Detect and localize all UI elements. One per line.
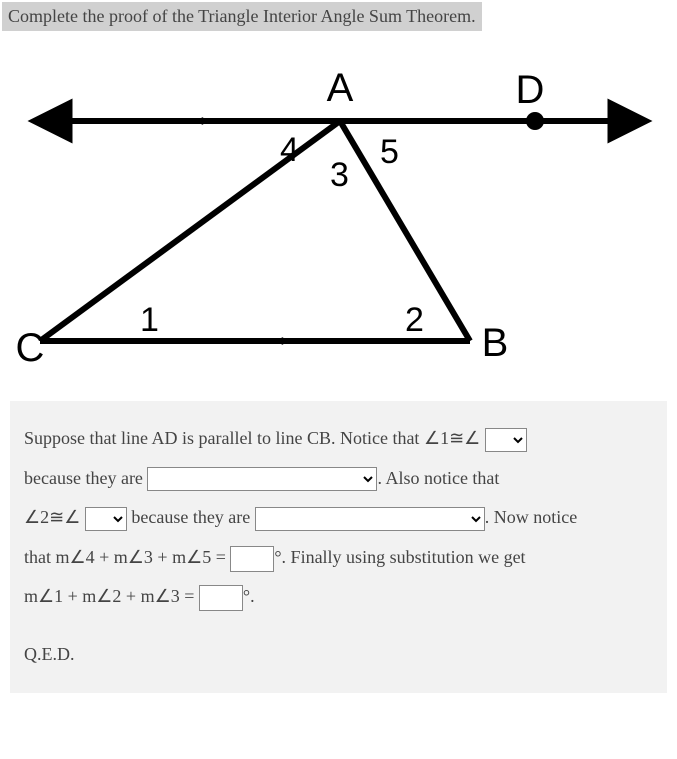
- dropdown-reason-2[interactable]: [255, 507, 485, 531]
- label-A: A: [327, 66, 354, 110]
- label-B: B: [482, 321, 509, 365]
- point-D: [526, 112, 544, 130]
- input-sum-345[interactable]: [230, 546, 274, 572]
- triangle-diagram: A D C B 4 3 5 1 2: [10, 51, 660, 381]
- proof-text-2a: because they are: [24, 468, 147, 488]
- proof-text-4b: °. Finally using substitution we get: [274, 547, 525, 567]
- dropdown-angle-1-congruent[interactable]: [485, 428, 527, 452]
- label-angle-5: 5: [380, 133, 399, 171]
- label-angle-2: 2: [405, 301, 424, 339]
- proof-text-5b: °.: [243, 586, 255, 606]
- proof-box: Suppose that line AD is parallel to line…: [10, 401, 667, 693]
- diagram-container: A D C B 4 3 5 1 2: [0, 31, 677, 391]
- proof-text-3b: because they are: [131, 507, 254, 527]
- proof-text-1: Suppose that line AD is parallel to line…: [24, 428, 480, 448]
- proof-text-4a: that m∠4 + m∠3 + m∠5 =: [24, 547, 230, 567]
- page-title: Complete the proof of the Triangle Inter…: [2, 2, 482, 31]
- label-angle-4: 4: [280, 131, 299, 169]
- input-sum-123[interactable]: [199, 585, 243, 611]
- proof-text-5a: m∠1 + m∠2 + m∠3 =: [24, 586, 199, 606]
- label-D: D: [516, 68, 545, 112]
- proof-text-3a: ∠2≅∠: [24, 507, 80, 527]
- proof-text-2b: . Also notice that: [377, 468, 499, 488]
- label-angle-1: 1: [140, 301, 159, 339]
- proof-text-3c: . Now notice: [485, 507, 577, 527]
- label-angle-3: 3: [330, 156, 349, 194]
- label-C: C: [16, 326, 45, 370]
- dropdown-angle-2-congruent[interactable]: [85, 507, 127, 531]
- dropdown-reason-1[interactable]: [147, 467, 377, 491]
- qed-label: Q.E.D.: [24, 635, 653, 675]
